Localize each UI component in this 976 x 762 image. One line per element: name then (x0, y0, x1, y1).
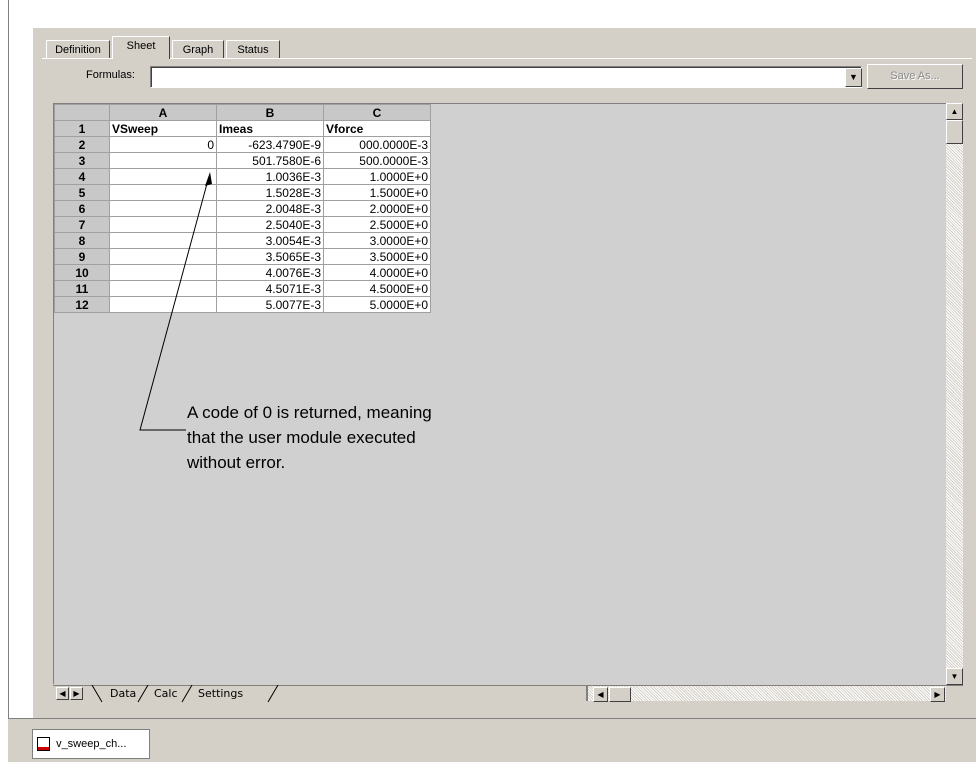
annotation-line-3: without error. (187, 453, 286, 472)
annotation-text: A code of 0 is returned, meaning that th… (187, 400, 432, 475)
document-icon (37, 737, 50, 752)
tab-sheet[interactable]: Sheet (112, 36, 170, 59)
taskbar-item[interactable]: v_sweep_ch... (32, 729, 150, 759)
annotation-line-1: A code of 0 is returned, meaning (187, 403, 432, 422)
taskbar (8, 718, 976, 762)
annotation-arrow (139, 172, 212, 431)
taskbar-item-label: v_sweep_ch... (56, 738, 127, 750)
annotation-line-2: that the user module executed (187, 428, 416, 447)
